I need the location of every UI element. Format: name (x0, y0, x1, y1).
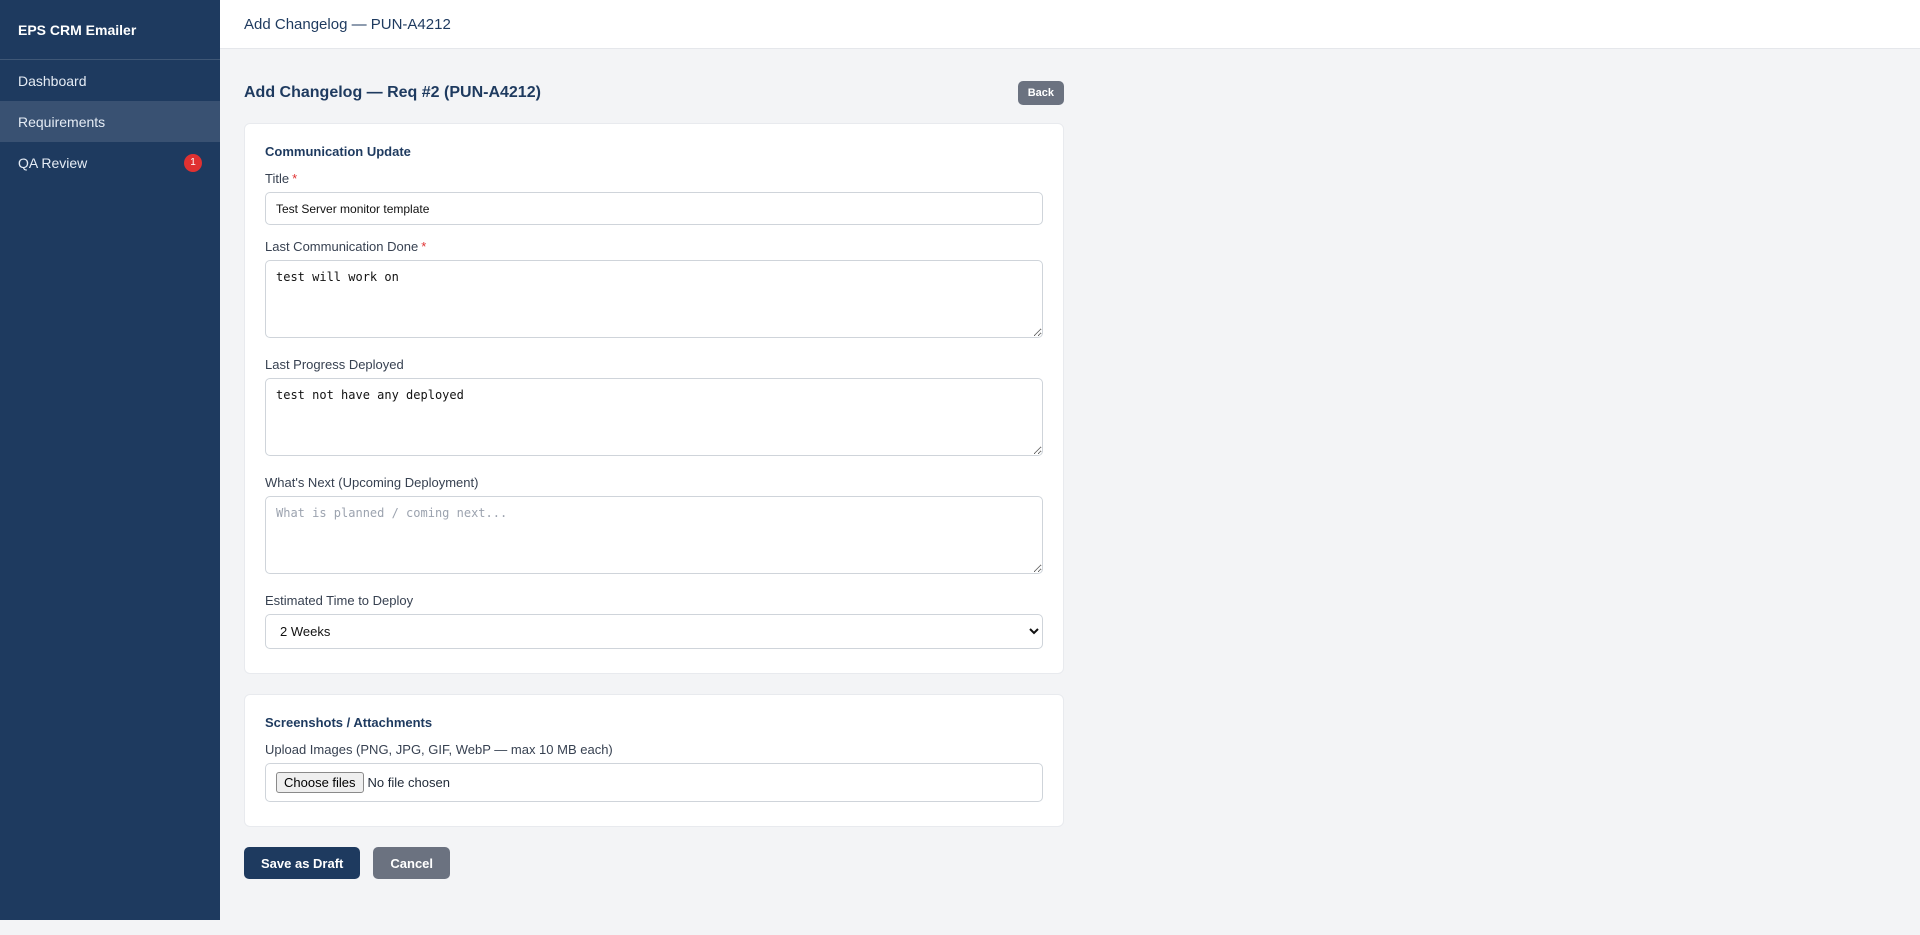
title-field-group: Title * (265, 171, 1043, 225)
topbar: Add Changelog — PUN-A4212 (220, 0, 1920, 49)
required-mark: * (421, 239, 427, 254)
last-comm-label-text: Last Communication Done (265, 239, 419, 254)
qa-review-count-badge: 1 (184, 153, 202, 172)
main-content: Add Changelog — Req #2 (PUN-A4212) Back … (244, 49, 1064, 879)
page-header: Add Changelog — Req #2 (PUN-A4212) Back (244, 49, 1064, 123)
sidebar-item-requirements[interactable]: Requirements (0, 101, 220, 142)
sidebar-item-qa-review[interactable]: QA Review 1 (0, 142, 220, 183)
last-progress-field-group: Last Progress Deployed test not have any… (265, 357, 1043, 461)
topbar-title: Add Changelog — PUN-A4212 (244, 15, 451, 33)
communication-update-card: Communication Update Title* Last Communi… (244, 123, 1064, 674)
title-input[interactable] (265, 192, 1043, 225)
back-button[interactable]: Back (1017, 81, 1064, 105)
last-comm-field-group: Last Communication Done * test will work … (265, 239, 1043, 343)
sidebar-item-dashboard[interactable]: Dashboard (0, 60, 220, 101)
sidebar-item-label: QA Review (18, 154, 88, 171)
sidebar: EPS CRM Emailer Dashboard Requirements Q… (0, 0, 220, 920)
save-draft-button[interactable]: Save as Draft (244, 847, 361, 879)
form-actions: Save as Draft Cancel (244, 847, 1064, 879)
section-title-attachments: Screenshots / Attachments (265, 715, 433, 730)
last-communication-textarea[interactable]: test will work on (265, 260, 1043, 338)
brand-title: EPS CRM Emailer (0, 0, 220, 60)
sidebar-item-label: Dashboard (18, 72, 87, 89)
sidebar-item-label: Requirements (18, 113, 106, 130)
eta-label: Estimated Time to Deploy (265, 593, 414, 608)
no-file-text: No file chosen (367, 775, 450, 790)
upload-field-group: Upload Images (PNG, JPG, GIF, WebP — max… (265, 742, 1043, 802)
cancel-button[interactable]: Cancel (373, 847, 451, 879)
page-title: Add Changelog — Req #2 (PUN-A4212) (244, 84, 541, 101)
required-mark: * (292, 171, 298, 186)
choose-files-button[interactable]: Choose files (276, 772, 364, 793)
whats-next-field-group: What's Next (Upcoming Deployment) (265, 475, 1043, 579)
upload-label: Upload Images (PNG, JPG, GIF, WebP — max… (265, 742, 613, 757)
section-title-communication: Communication Update (265, 144, 411, 159)
file-upload-input[interactable]: Choose files No file chosen (265, 763, 1043, 802)
whats-next-label: What's Next (Upcoming Deployment) (265, 475, 479, 490)
eta-select[interactable]: 2 Weeks (265, 614, 1043, 649)
last-progress-label: Last Progress Deployed (265, 357, 404, 372)
whats-next-textarea[interactable] (265, 496, 1043, 574)
last-comm-label: Last Communication Done * (265, 239, 1043, 254)
eta-field-group: Estimated Time to Deploy 2 Weeks (265, 593, 1043, 649)
last-progress-textarea[interactable]: test not have any deployed (265, 378, 1043, 456)
title-label-text: Title (265, 171, 290, 186)
title-label: Title * (265, 171, 1043, 186)
attachments-card: Screenshots / Attachments Upload Images … (244, 694, 1064, 827)
